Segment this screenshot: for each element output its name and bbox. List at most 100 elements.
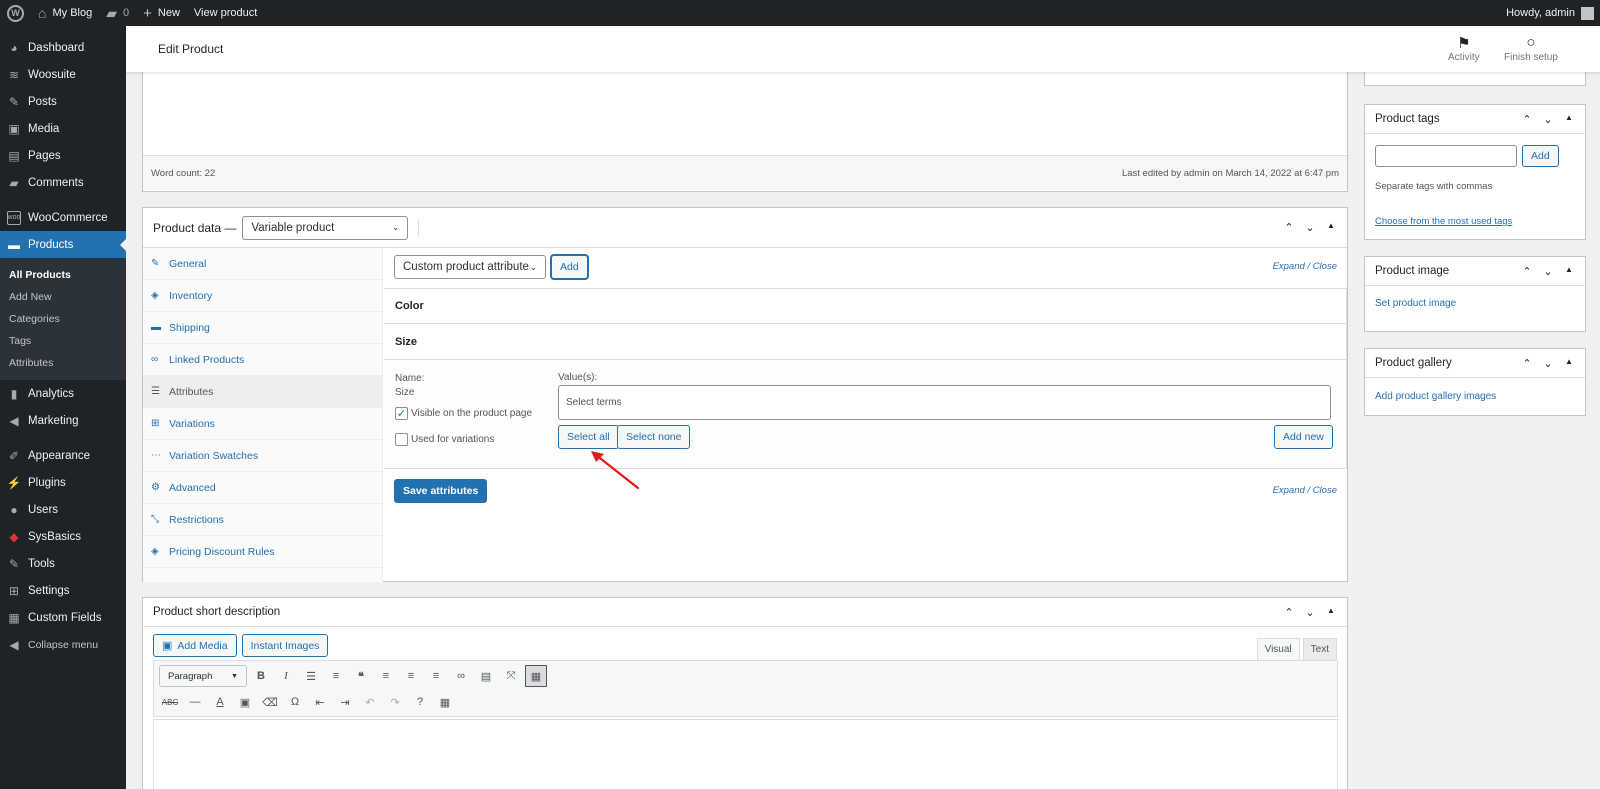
tab-general[interactable]: ✎ General (143, 248, 382, 280)
move-down-icon[interactable]: ⌄ (1542, 265, 1554, 278)
site-name-link[interactable]: ⌂ My Blog (31, 0, 99, 26)
toggle-icon[interactable]: ▲ (1563, 113, 1575, 126)
add-tag-button[interactable]: Add (1522, 145, 1559, 167)
blockquote-icon[interactable]: ❝ (350, 665, 372, 687)
move-up-icon[interactable]: ⌃ (1521, 265, 1533, 278)
collapse-menu[interactable]: ◀ Collapse menu (0, 631, 126, 658)
menu-analytics[interactable]: ▮ Analytics (0, 380, 126, 407)
select-none-button[interactable]: Select none (617, 425, 691, 449)
menu-marketing[interactable]: ◀ Marketing (0, 407, 126, 434)
new-tag-input[interactable] (1375, 145, 1517, 167)
menu-appearance[interactable]: ✐ Appearance (0, 442, 126, 469)
comments-link[interactable]: ▰ 0 (99, 0, 136, 26)
bold-icon[interactable]: B (250, 665, 272, 687)
move-up-icon[interactable]: ⌃ (1521, 357, 1533, 370)
visible-checkbox[interactable]: ✓ (395, 407, 408, 420)
align-center-icon[interactable]: ≡ (400, 665, 422, 687)
menu-sysbasics[interactable]: ◆ SysBasics (0, 523, 126, 550)
move-down-icon[interactable]: ⌄ (1304, 606, 1316, 619)
toolbar-toggle-icon[interactable]: ▦ (525, 665, 547, 687)
horizontal-line-icon[interactable]: — (184, 691, 206, 713)
read-more-icon[interactable]: ▤ (475, 665, 497, 687)
menu-woosuite[interactable]: ≋ Woosuite (0, 61, 126, 88)
product-type-select[interactable]: Variable product ⌄ (242, 215, 409, 240)
help-icon[interactable]: ? (409, 691, 431, 713)
select-terms-input[interactable]: Select terms (558, 385, 1331, 420)
attribute-color-row[interactable]: Color (384, 288, 1347, 324)
menu-users[interactable]: ● Users (0, 496, 126, 523)
table-icon[interactable]: ▦ (434, 691, 456, 713)
submenu-tags[interactable]: Tags (0, 330, 126, 352)
italic-icon[interactable]: I (275, 665, 297, 687)
indent-icon[interactable]: ⇥ (334, 691, 356, 713)
toggle-icon[interactable]: ▲ (1325, 221, 1337, 234)
editor-body[interactable] (143, 70, 1347, 156)
fullscreen-icon[interactable]: ⤧ (500, 665, 522, 687)
move-up-icon[interactable]: ⌃ (1283, 221, 1295, 234)
submenu-all-products[interactable]: All Products (0, 264, 126, 286)
expand-close-link-bottom[interactable]: Expand / Close (1273, 485, 1337, 496)
submenu-add-new[interactable]: Add New (0, 286, 126, 308)
tab-pricing-discount-rules[interactable]: ◈ Pricing Discount Rules (143, 536, 382, 568)
outdent-icon[interactable]: ⇤ (309, 691, 331, 713)
tab-text[interactable]: Text (1302, 638, 1337, 660)
paragraph-format-select[interactable]: Paragraph ▼ (159, 665, 247, 687)
submenu-attributes[interactable]: Attributes (0, 352, 126, 374)
menu-settings[interactable]: ⊞ Settings (0, 577, 126, 604)
align-left-icon[interactable]: ≡ (375, 665, 397, 687)
tab-visual[interactable]: Visual (1256, 638, 1300, 660)
strikethrough-icon[interactable]: ABC (159, 691, 181, 713)
move-down-icon[interactable]: ⌄ (1542, 357, 1554, 370)
bullet-list-icon[interactable]: ☰ (300, 665, 322, 687)
clear-formatting-icon[interactable]: ⌫ (259, 691, 281, 713)
finish-setup-button[interactable]: ○ Finish setup (1504, 34, 1558, 63)
attribute-size-row[interactable]: Size (384, 324, 1347, 360)
add-media-button[interactable]: ▣ Add Media (153, 634, 237, 657)
save-attributes-button[interactable]: Save attributes (394, 479, 488, 503)
menu-comments[interactable]: ▰ Comments (0, 169, 126, 196)
menu-posts[interactable]: ✎ Posts (0, 88, 126, 115)
toggle-icon[interactable]: ▲ (1563, 357, 1575, 370)
tab-restrictions[interactable]: ⤡ Restrictions (143, 504, 382, 536)
add-attribute-button[interactable]: Add (551, 255, 588, 279)
tab-attributes[interactable]: ☰ Attributes (143, 376, 382, 408)
tab-advanced[interactable]: ⚙ Advanced (143, 472, 382, 504)
set-product-image-link[interactable]: Set product image (1375, 298, 1456, 309)
tab-shipping[interactable]: ▬ Shipping (143, 312, 382, 344)
tab-variations[interactable]: ⊞ Variations (143, 408, 382, 440)
move-down-icon[interactable]: ⌄ (1304, 221, 1316, 234)
submenu-categories[interactable]: Categories (0, 308, 126, 330)
instant-images-button[interactable]: Instant Images (241, 634, 329, 657)
used-for-variations-checkbox[interactable] (395, 433, 408, 446)
view-product-link[interactable]: View product (187, 0, 264, 26)
move-up-icon[interactable]: ⌃ (1283, 606, 1295, 619)
add-new-term-button[interactable]: Add new (1274, 425, 1333, 449)
add-gallery-images-link[interactable]: Add product gallery images (1375, 391, 1496, 402)
menu-products[interactable]: ▬ Products (0, 231, 126, 258)
tab-inventory[interactable]: ◈ Inventory (143, 280, 382, 312)
menu-custom-fields[interactable]: ▦ Custom Fields (0, 604, 126, 631)
wp-logo-menu[interactable]: W (0, 0, 31, 26)
link-icon[interactable]: ∞ (450, 665, 472, 687)
redo-icon[interactable]: ↷ (384, 691, 406, 713)
tab-variation-swatches[interactable]: ⋯ Variation Swatches (143, 440, 382, 472)
move-down-icon[interactable]: ⌄ (1542, 113, 1554, 126)
move-up-icon[interactable]: ⌃ (1521, 113, 1533, 126)
toggle-icon[interactable]: ▲ (1325, 606, 1337, 619)
menu-plugins[interactable]: ⚡ Plugins (0, 469, 126, 496)
numbered-list-icon[interactable]: ≡ (325, 665, 347, 687)
short-description-editor-body[interactable] (153, 719, 1338, 789)
menu-woocommerce[interactable]: woo WooCommerce (0, 204, 126, 231)
menu-media[interactable]: ▣ Media (0, 115, 126, 142)
special-character-icon[interactable]: Ω (284, 691, 306, 713)
my-account-menu[interactable]: Howdy, admin (1499, 0, 1600, 26)
align-right-icon[interactable]: ≡ (425, 665, 447, 687)
toggle-icon[interactable]: ▲ (1563, 265, 1575, 278)
menu-pages[interactable]: ▤ Pages (0, 142, 126, 169)
select-all-button[interactable]: Select all (558, 425, 619, 449)
attribute-taxonomy-select[interactable]: Custom product attribute ⌄ (394, 255, 546, 279)
menu-dashboard[interactable]: ◕ Dashboard (0, 34, 126, 61)
expand-close-link-top[interactable]: Expand / Close (1273, 261, 1337, 272)
new-content-link[interactable]: + New (136, 0, 187, 26)
choose-most-used-tags-link[interactable]: Choose from the most used tags (1375, 216, 1512, 227)
